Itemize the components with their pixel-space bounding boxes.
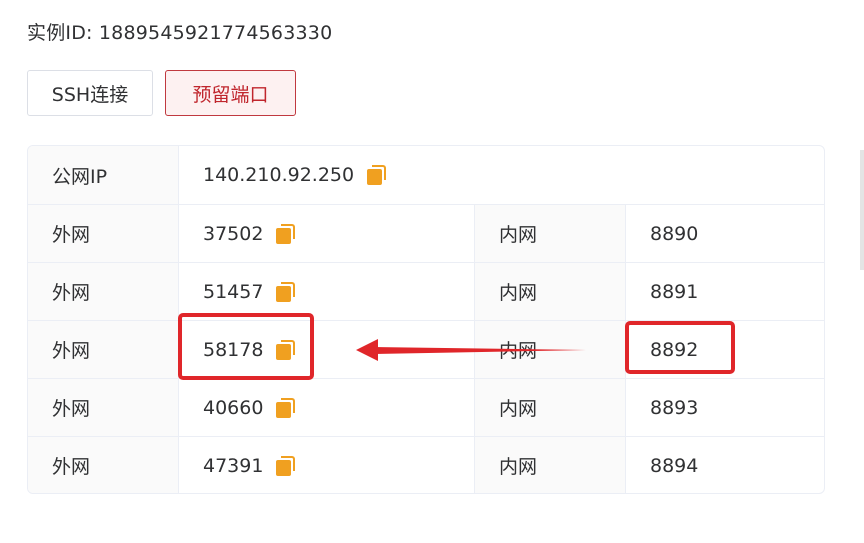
external-port-cell: 51457 — [179, 263, 475, 320]
external-label: 外网 — [28, 437, 179, 493]
copy-icon[interactable] — [276, 455, 296, 476]
internal-port: 8893 — [650, 396, 699, 419]
instance-id: 实例ID: 1889545921774563330 — [27, 22, 333, 44]
public-ip-row: 公网IP 140.210.92.250 — [28, 146, 824, 204]
port-row: 外网 58178 内网 8892 — [28, 320, 824, 378]
public-ip-cell: 140.210.92.250 — [179, 146, 824, 204]
external-label: 外网 — [28, 379, 179, 436]
internal-label: 内网 — [475, 437, 626, 493]
port-row: 外网 51457 内网 8891 — [28, 262, 824, 320]
external-label: 外网 — [28, 205, 179, 262]
internal-label: 内网 — [475, 263, 626, 320]
external-port: 37502 — [203, 222, 264, 245]
port-row: 外网 37502 内网 8890 — [28, 204, 824, 262]
internal-label: 内网 — [475, 379, 626, 436]
reserved-ports-button[interactable]: 预留端口 — [165, 70, 296, 116]
internal-port: 8894 — [650, 454, 699, 477]
port-row: 外网 40660 内网 8893 — [28, 378, 824, 436]
scrollbar-edge — [860, 150, 864, 270]
external-port: 47391 — [203, 454, 264, 477]
public-ip-value: 140.210.92.250 — [203, 164, 355, 186]
copy-icon[interactable] — [276, 281, 296, 302]
public-ip-label: 公网IP — [28, 146, 179, 204]
internal-label: 内网 — [475, 205, 626, 262]
copy-icon[interactable] — [276, 397, 296, 418]
external-label: 外网 — [28, 263, 179, 320]
external-port: 58178 — [203, 338, 264, 361]
copy-icon[interactable] — [367, 165, 387, 185]
external-port: 51457 — [203, 280, 264, 303]
copy-icon[interactable] — [276, 339, 296, 360]
external-port-cell: 58178 — [179, 321, 475, 378]
internal-label: 内网 — [475, 321, 626, 378]
external-port-cell: 37502 — [179, 205, 475, 262]
internal-port: 8892 — [650, 338, 699, 361]
external-port-cell: 47391 — [179, 437, 475, 493]
copy-icon[interactable] — [276, 223, 296, 244]
port-mapping-table: 公网IP 140.210.92.250 外网 37502 内网 8890 外网 … — [27, 145, 825, 494]
external-label: 外网 — [28, 321, 179, 378]
external-port: 40660 — [203, 396, 264, 419]
ssh-connect-button[interactable]: SSH连接 — [27, 70, 153, 116]
internal-port: 8890 — [650, 222, 699, 245]
external-port-cell: 40660 — [179, 379, 475, 436]
port-row: 外网 47391 内网 8894 — [28, 436, 824, 493]
internal-port: 8891 — [650, 280, 699, 303]
